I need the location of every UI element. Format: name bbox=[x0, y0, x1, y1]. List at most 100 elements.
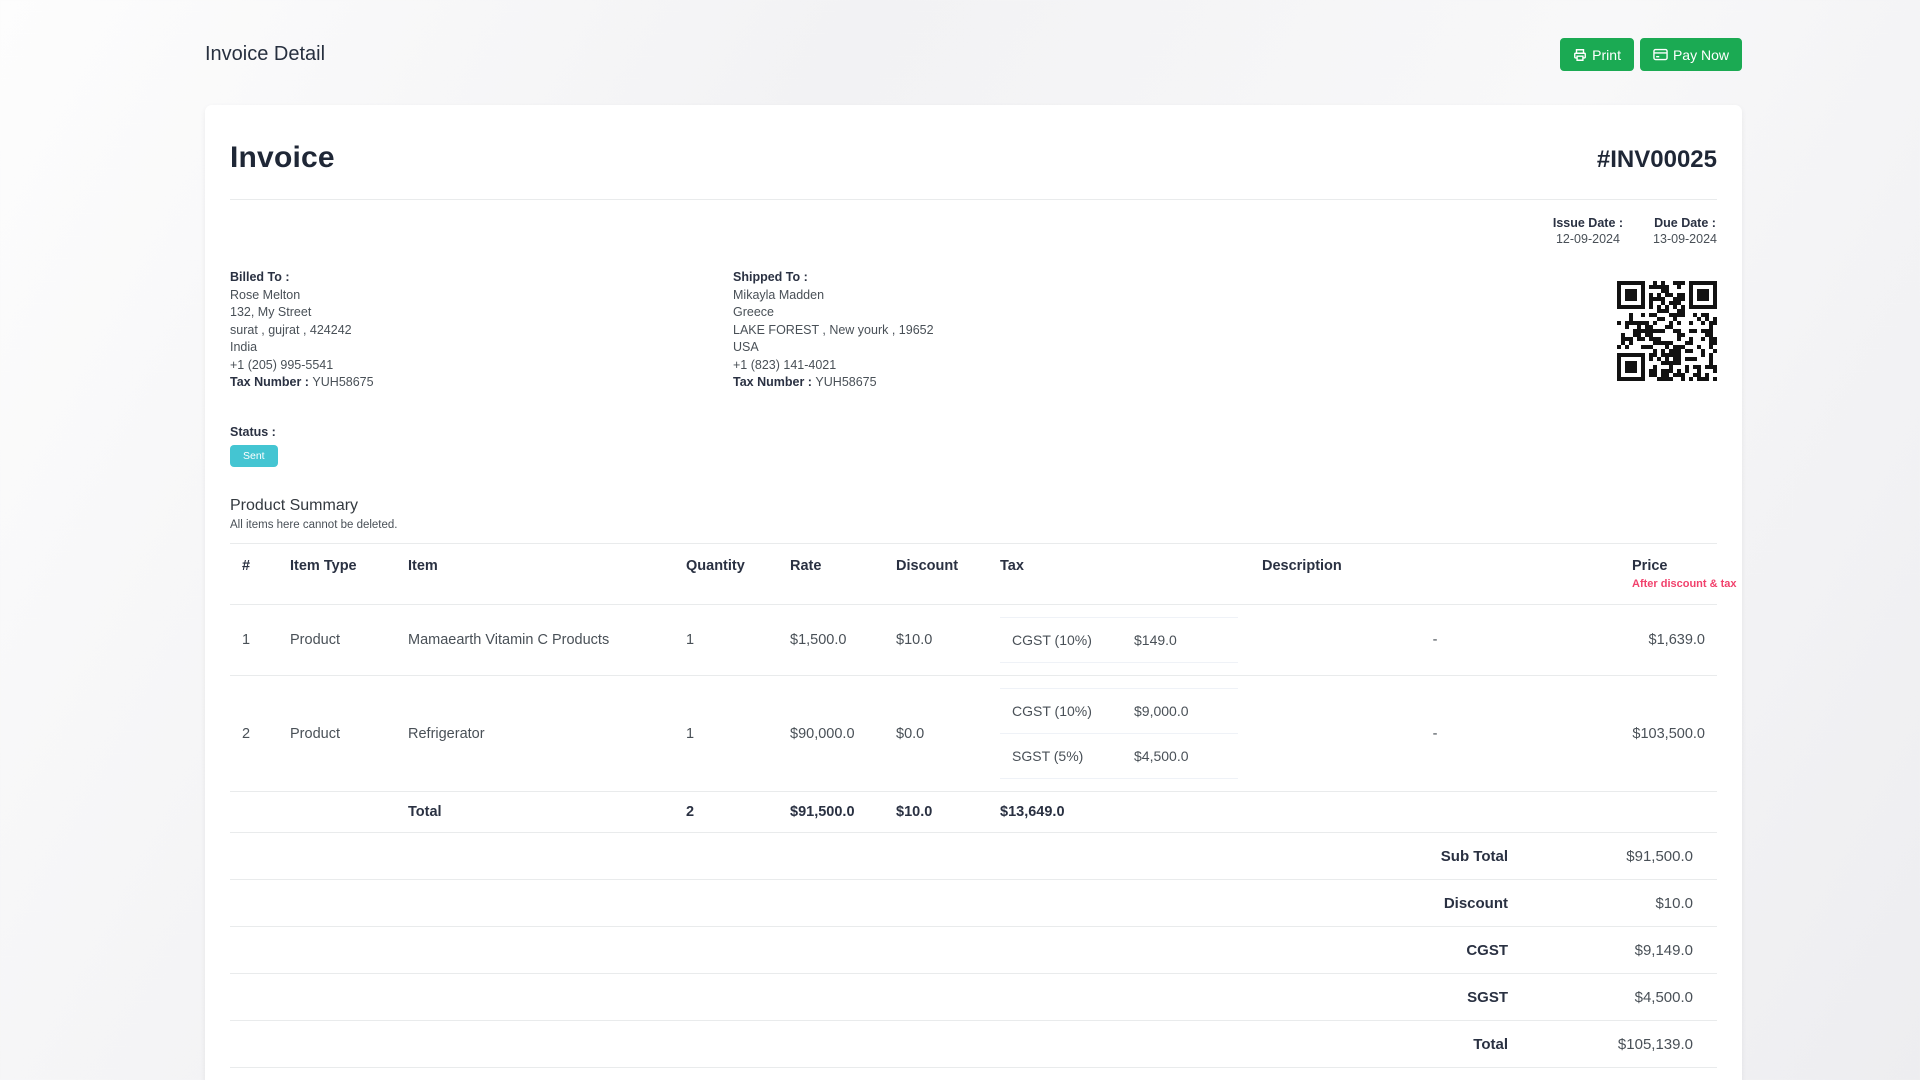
issue-date-block: Issue Date : 12-09-2024 bbox=[1553, 215, 1623, 247]
row2-tax2-amount: $4,500.0 bbox=[1124, 748, 1189, 764]
row1-tax1-name: CGST (10%) bbox=[1000, 632, 1124, 648]
header-discount: Discount bbox=[884, 544, 988, 605]
row2-taxes: CGST (10%) $9,000.0 SGST (5%) $4,500.0 bbox=[988, 676, 1250, 792]
header-description: Description bbox=[1250, 544, 1620, 605]
row1-description: - bbox=[1250, 605, 1620, 676]
print-button[interactable]: Print bbox=[1560, 38, 1634, 71]
row2-tax1-name: CGST (10%) bbox=[1000, 703, 1124, 719]
shipped-to-block: Shipped To : Mikayla Madden Greece LAKE … bbox=[733, 269, 934, 392]
print-button-label: Print bbox=[1592, 47, 1621, 63]
header-item: Item bbox=[396, 544, 674, 605]
addresses-section: Billed To : Rose Melton 132, My Street s… bbox=[230, 269, 1717, 389]
billed-to-block: Billed To : Rose Melton 132, My Street s… bbox=[230, 269, 374, 392]
printer-icon bbox=[1573, 48, 1587, 62]
discount-value: $10.0 bbox=[1508, 895, 1693, 912]
top-bar: Invoice Detail Print Pay Now bbox=[205, 0, 1742, 71]
invoice-number: #INV00025 bbox=[1597, 141, 1717, 174]
grand-total-value: $105,139.0 bbox=[1508, 1036, 1693, 1053]
totals-summary: Sub Total $91,500.0 Discount $10.0 CGST … bbox=[230, 833, 1717, 1080]
row2-item-type: Product bbox=[278, 676, 396, 792]
total-tax: $13,649.0 bbox=[988, 792, 1250, 833]
issue-date-label: Issue Date : bbox=[1553, 215, 1623, 231]
tax-line: CGST (10%) $149.0 bbox=[1000, 617, 1238, 663]
summary-row-sgst: SGST $4,500.0 bbox=[230, 974, 1717, 1021]
shipped-to-country: USA bbox=[733, 339, 934, 357]
credit-card-icon bbox=[1653, 48, 1668, 61]
summary-row-total: Total $105,139.0 bbox=[230, 1021, 1717, 1068]
cgst-value: $9,149.0 bbox=[1508, 942, 1693, 959]
row1-item-type: Product bbox=[278, 605, 396, 676]
header-item-type: Item Type bbox=[278, 544, 396, 605]
subtotal-value: $91,500.0 bbox=[1508, 848, 1693, 865]
sgst-label: SGST bbox=[1467, 989, 1508, 1006]
summary-row-paid: Paid $0.0 bbox=[230, 1068, 1717, 1080]
subtotal-label: Sub Total bbox=[1441, 848, 1508, 865]
header-sr: # bbox=[230, 544, 278, 605]
billed-to-country: India bbox=[230, 339, 374, 357]
due-date-value: 13-09-2024 bbox=[1653, 231, 1717, 247]
page-title: Invoice Detail bbox=[205, 43, 325, 66]
total-empty-type bbox=[278, 792, 396, 833]
summary-row-cgst: CGST $9,149.0 bbox=[230, 927, 1717, 974]
billed-to-address2: surat , gujrat , 424242 bbox=[230, 322, 374, 340]
billed-to-label: Billed To : bbox=[230, 269, 374, 287]
billed-to-tax-number: YUH58675 bbox=[312, 375, 373, 389]
header-price-label: Price bbox=[1632, 558, 1667, 574]
row1-item: Mamaearth Vitamin C Products bbox=[396, 605, 674, 676]
row1-quantity: 1 bbox=[674, 605, 778, 676]
table-row: 2 Product Refrigerator 1 $90,000.0 $0.0 … bbox=[230, 676, 1717, 792]
billed-to-phone: +1 (205) 995-5541 bbox=[230, 357, 374, 375]
row1-price: $1,639.0 bbox=[1620, 605, 1717, 676]
product-summary-title: Product Summary bbox=[230, 497, 1717, 515]
shipped-to-address1: Greece bbox=[733, 304, 934, 322]
row1-tax1-amount: $149.0 bbox=[1124, 632, 1177, 648]
items-table-header-row: # Item Type Item Quantity Rate Discount … bbox=[230, 544, 1717, 605]
row2-tax2-name: SGST (5%) bbox=[1000, 748, 1124, 764]
billed-to-tax: Tax Number : YUH58675 bbox=[230, 374, 374, 392]
due-date-block: Due Date : 13-09-2024 bbox=[1653, 215, 1717, 247]
header-tax: Tax bbox=[988, 544, 1250, 605]
product-summary-subtitle: All items here cannot be deleted. bbox=[230, 519, 1717, 531]
header-price-subnote: After discount & tax bbox=[1632, 578, 1705, 590]
header-quantity: Quantity bbox=[674, 544, 778, 605]
total-empty-desc bbox=[1250, 792, 1620, 833]
total-quantity: 2 bbox=[674, 792, 778, 833]
row2-rate: $90,000.0 bbox=[778, 676, 884, 792]
status-badge: Sent bbox=[230, 445, 278, 467]
row2-sr: 2 bbox=[230, 676, 278, 792]
billed-to-address1: 132, My Street bbox=[230, 304, 374, 322]
summary-row-discount: Discount $10.0 bbox=[230, 880, 1717, 927]
tax-line: CGST (10%) $9,000.0 bbox=[1000, 688, 1238, 734]
total-empty-price bbox=[1620, 792, 1717, 833]
header-divider bbox=[230, 199, 1717, 200]
page-container: Invoice Detail Print Pay Now Invoice #IN… bbox=[205, 0, 1742, 1080]
header-price: Price After discount & tax bbox=[1620, 544, 1717, 605]
cgst-label: CGST bbox=[1466, 942, 1508, 959]
header-rate: Rate bbox=[778, 544, 884, 605]
shipped-to-tax-label: Tax Number : bbox=[733, 375, 815, 389]
due-date-label: Due Date : bbox=[1653, 215, 1717, 231]
issue-date-value: 12-09-2024 bbox=[1553, 231, 1623, 247]
total-empty-sr bbox=[230, 792, 278, 833]
total-discount: $10.0 bbox=[884, 792, 988, 833]
shipped-to-tax: Tax Number : YUH58675 bbox=[733, 374, 934, 392]
row2-tax1-amount: $9,000.0 bbox=[1124, 703, 1189, 719]
discount-label: Discount bbox=[1444, 895, 1508, 912]
row2-description: - bbox=[1250, 676, 1620, 792]
row1-taxes: CGST (10%) $149.0 bbox=[988, 605, 1250, 676]
grand-total-label: Total bbox=[1473, 1036, 1508, 1053]
items-table: # Item Type Item Quantity Rate Discount … bbox=[230, 543, 1717, 833]
shipped-to-address2: LAKE FOREST , New yourk , 19652 bbox=[733, 322, 934, 340]
tax-line: SGST (5%) $4,500.0 bbox=[1000, 734, 1238, 779]
invoice-dates: Issue Date : 12-09-2024 Due Date : 13-09… bbox=[230, 215, 1717, 247]
pay-now-button[interactable]: Pay Now bbox=[1640, 38, 1742, 71]
shipped-to-name: Mikayla Madden bbox=[733, 287, 934, 305]
total-label: Total bbox=[396, 792, 674, 833]
billed-to-tax-label: Tax Number : bbox=[230, 375, 312, 389]
row2-price: $103,500.0 bbox=[1620, 676, 1717, 792]
shipped-to-tax-number: YUH58675 bbox=[815, 375, 876, 389]
table-row: 1 Product Mamaearth Vitamin C Products 1… bbox=[230, 605, 1717, 676]
invoice-header: Invoice #INV00025 bbox=[230, 141, 1717, 175]
toolbar-actions: Print Pay Now bbox=[1560, 38, 1742, 71]
total-rate: $91,500.0 bbox=[778, 792, 884, 833]
